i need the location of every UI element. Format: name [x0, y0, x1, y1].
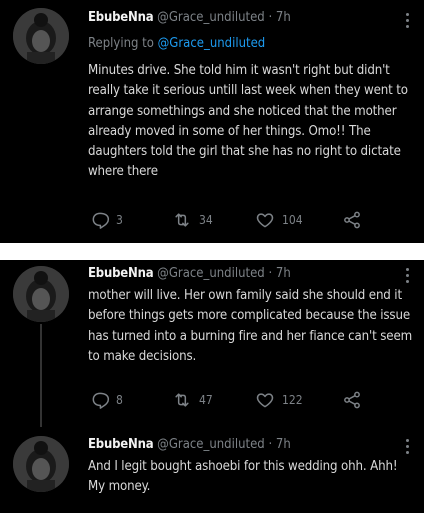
screenshot-panel-top: EbubeNna @Grace_undiluted · 7h Replying … — [0, 0, 424, 243]
replying-to: Replying to @Grace_undiluted — [88, 36, 265, 52]
reply-button[interactable]: 8 — [90, 388, 123, 412]
timestamp[interactable]: 7h — [276, 10, 291, 25]
heart-icon — [256, 213, 274, 228]
more-caret-icon[interactable] — [406, 439, 410, 457]
share-button[interactable] — [342, 388, 362, 412]
tweet-header: EbubeNna @Grace_undiluted · 7h — [88, 10, 394, 26]
replying-mention-link[interactable]: @Grace_undiluted — [158, 36, 266, 51]
tweet-3[interactable]: EbubeNna @Grace_undiluted · 7h And I leg… — [0, 430, 424, 513]
display-name[interactable]: EbubeNna — [88, 437, 154, 452]
like-button[interactable]: 122 — [254, 388, 303, 412]
user-handle[interactable]: @Grace_undiluted — [157, 10, 265, 25]
heart-icon — [256, 393, 274, 408]
retweet-button[interactable]: 34 — [171, 208, 213, 232]
retweet-icon — [175, 393, 189, 407]
timestamp[interactable]: 7h — [276, 437, 291, 452]
separator-dot: · — [268, 437, 273, 452]
screenshot-panel-bottom: EbubeNna @Grace_undiluted · 7h mother wi… — [0, 260, 424, 513]
tweet-2[interactable]: EbubeNna @Grace_undiluted · 7h mother wi… — [0, 260, 424, 430]
reply-icon — [92, 212, 110, 229]
reply-icon — [92, 392, 110, 409]
reply-count: 3 — [116, 213, 123, 227]
more-caret-icon[interactable] — [406, 13, 410, 31]
timestamp[interactable]: 7h — [276, 266, 291, 281]
screenshot-divider — [0, 243, 424, 260]
tweet-header: EbubeNna @Grace_undiluted · 7h — [88, 437, 394, 453]
tweet-text: mother will live. Her own family said sh… — [88, 288, 413, 364]
more-caret-icon[interactable] — [406, 268, 410, 286]
display-name[interactable]: EbubeNna — [88, 266, 154, 281]
retweet-count: 47 — [199, 393, 213, 407]
user-handle[interactable]: @Grace_undiluted — [157, 437, 265, 452]
tweet-header: EbubeNna @Grace_undiluted · 7h — [88, 266, 394, 282]
share-icon — [344, 391, 360, 409]
user-handle[interactable]: @Grace_undiluted — [157, 266, 265, 281]
separator-dot: · — [268, 266, 273, 281]
like-count: 122 — [282, 393, 303, 407]
tweet-text: And I legit bought ashoebi for this wedd… — [88, 459, 398, 495]
display-name[interactable]: EbubeNna — [88, 10, 154, 25]
like-button[interactable]: 104 — [254, 208, 303, 232]
separator-dot: · — [268, 10, 273, 25]
share-button[interactable] — [342, 208, 362, 232]
retweet-icon — [175, 213, 189, 227]
reply-button[interactable]: 3 — [90, 208, 123, 232]
avatar[interactable] — [13, 8, 69, 64]
share-icon — [344, 211, 360, 229]
retweet-button[interactable]: 47 — [171, 388, 213, 412]
reply-count: 8 — [116, 393, 123, 407]
tweet-text: Minutes drive. She told him it wasn't ri… — [88, 63, 408, 180]
tweet-1[interactable]: EbubeNna @Grace_undiluted · 7h Replying … — [0, 0, 424, 243]
retweet-count: 34 — [199, 213, 213, 227]
tweet-actions: 8 47 122 — [88, 388, 378, 412]
tweet-actions: 3 34 104 — [88, 208, 378, 232]
avatar[interactable] — [13, 266, 69, 322]
replying-label: Replying to — [88, 36, 154, 51]
like-count: 104 — [282, 213, 303, 227]
avatar[interactable] — [13, 436, 69, 492]
